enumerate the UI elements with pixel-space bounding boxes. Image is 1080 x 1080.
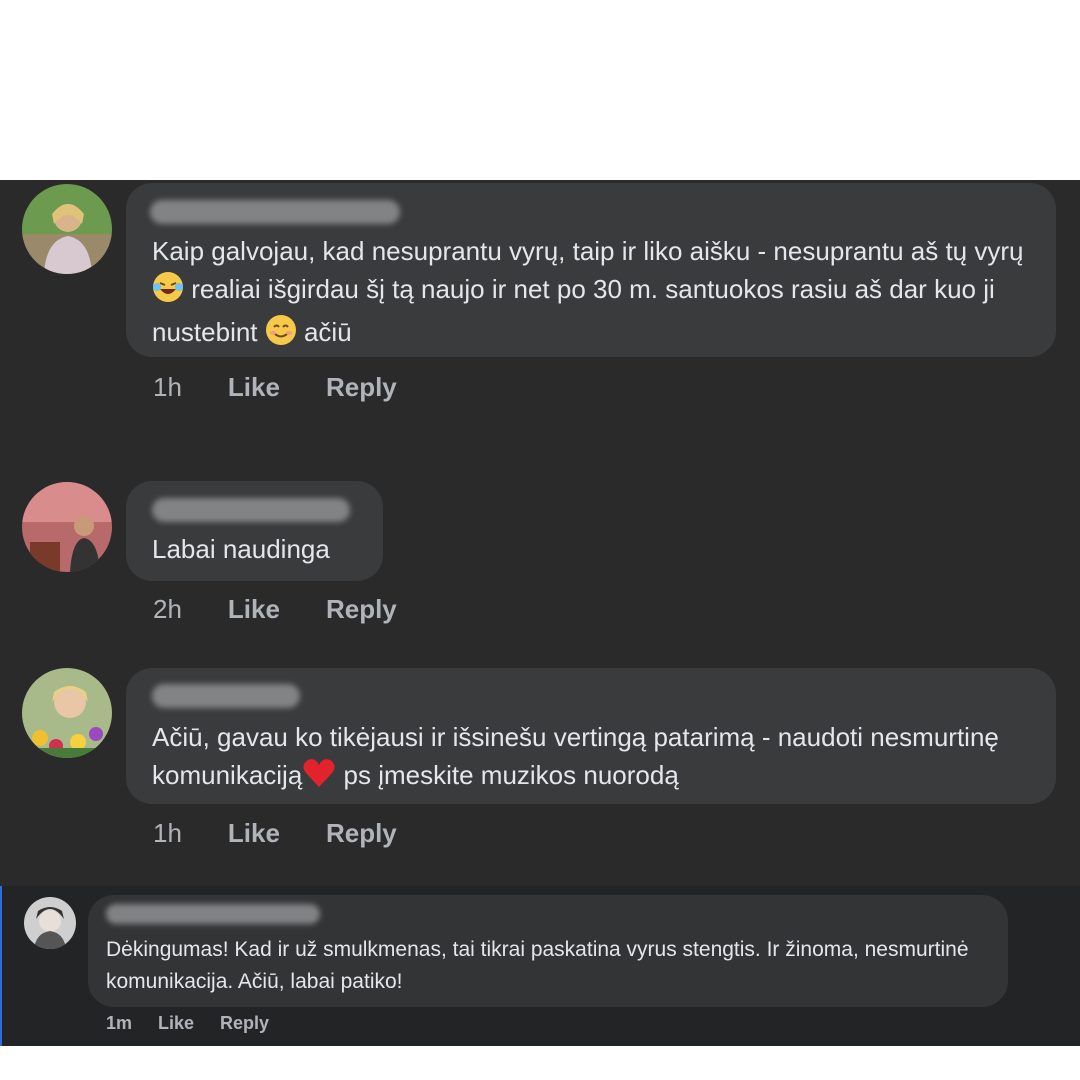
comment-text: Ačiū, gavau ko tikėjausi ir išsinešu ver…	[152, 718, 1032, 799]
like-button[interactable]: Like	[228, 594, 280, 625]
author-name-redacted	[152, 498, 350, 522]
timestamp[interactable]: 1h	[153, 372, 182, 403]
like-button[interactable]: Like	[228, 372, 280, 403]
avatar[interactable]	[22, 668, 112, 758]
avatar[interactable]	[22, 184, 112, 274]
like-button[interactable]: Like	[228, 818, 280, 849]
comment-text: Kaip galvojau, kad nesuprantu vyrų, taip…	[152, 232, 1042, 356]
comment-text: Dėkingumas! Kad ir už smulkmenas, tai ti…	[106, 938, 975, 993]
author-name-redacted	[150, 200, 400, 224]
comment-actions: 2h Like Reply	[153, 594, 443, 625]
timestamp[interactable]: 2h	[153, 594, 182, 625]
reply-button[interactable]: Reply	[326, 594, 397, 625]
avatar[interactable]	[22, 482, 112, 572]
reply-button[interactable]: Reply	[326, 818, 397, 849]
reply-button[interactable]: Reply	[326, 372, 397, 403]
comment-actions: 1h Like Reply	[153, 372, 443, 403]
timestamp[interactable]: 1h	[153, 818, 182, 849]
red-heart-emoji-icon	[302, 757, 336, 799]
smiling-face-emoji-icon	[265, 314, 297, 356]
screenshot-canvas: Kaip galvojau, kad nesuprantu vyrų, taip…	[0, 0, 1080, 1080]
comment-text: Labai naudinga	[152, 534, 330, 564]
comment-text-part: Kaip galvojau, kad nesuprantu vyrų, taip…	[152, 236, 1031, 266]
avatar[interactable]	[24, 897, 76, 949]
comment-actions: 1h Like Reply	[153, 818, 443, 849]
reply-button[interactable]: Reply	[220, 1013, 269, 1034]
comment-actions: 1m Like Reply	[106, 1013, 295, 1034]
comment-text-part: ps įmeskite muzikos nuorodą	[336, 760, 679, 790]
comment-text-part: ačiū	[296, 317, 352, 347]
laughing-tears-emoji-icon	[152, 271, 184, 313]
timestamp[interactable]: 1m	[106, 1013, 132, 1034]
author-name-redacted	[106, 904, 320, 924]
like-button[interactable]: Like	[158, 1013, 194, 1034]
author-name-redacted	[152, 684, 300, 708]
